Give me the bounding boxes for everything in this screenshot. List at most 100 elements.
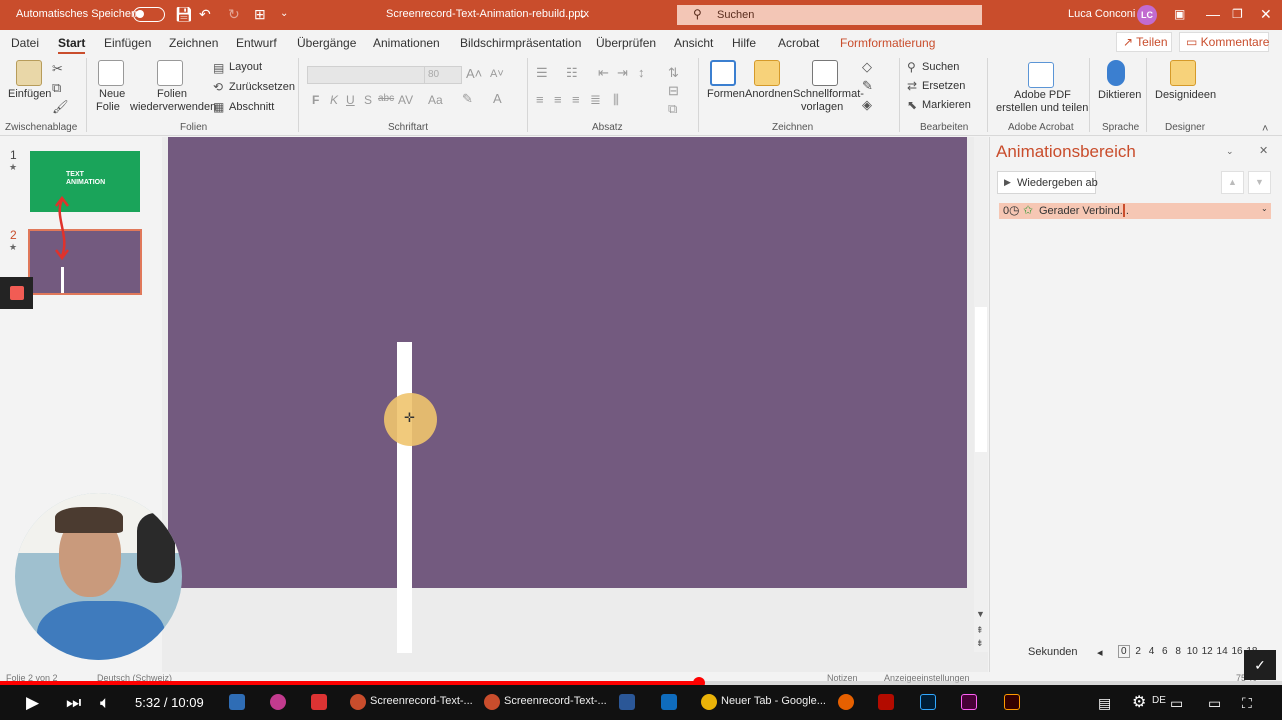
cut-icon[interactable]: ✂ — [52, 60, 63, 78]
tab-zeichnen[interactable]: Zeichnen — [169, 36, 218, 50]
bullets-icon[interactable]: ☰ — [536, 64, 548, 82]
tab-animationen[interactable]: Animationen — [373, 36, 440, 50]
move-up-icon[interactable]: ▲ — [1221, 171, 1244, 194]
shape-fill-icon[interactable]: ◇ — [862, 58, 872, 76]
tab-uebergaenge[interactable]: Übergänge — [297, 36, 356, 50]
find-icon[interactable]: ⚲ — [907, 58, 916, 76]
quick-styles-label-1[interactable]: Schnellformat- — [793, 88, 864, 100]
quick-styles-icon[interactable] — [812, 60, 838, 86]
format-painter-icon[interactable]: 🖌︎ — [52, 98, 69, 116]
previous-slide-icon[interactable]: ⇞ — [976, 625, 984, 636]
font-color-icon[interactable]: A — [493, 90, 502, 108]
reset-label[interactable]: Zurücksetzen — [229, 81, 295, 93]
chrome-icon[interactable] — [701, 694, 717, 710]
autosave-toggle[interactable] — [133, 7, 165, 22]
justify-icon[interactable]: ≣ — [590, 91, 601, 109]
word-icon[interactable] — [619, 694, 635, 710]
new-slide-icon[interactable] — [98, 60, 124, 86]
scrollbar-thumb[interactable] — [975, 307, 987, 452]
tab-entwurf[interactable]: Entwurf — [236, 36, 277, 50]
select-label[interactable]: Markieren — [922, 99, 971, 111]
search-box[interactable]: ⚲ Suchen — [677, 5, 982, 25]
new-slide-label-1[interactable]: Neue — [99, 88, 125, 100]
settings-gear-icon[interactable]: ⚙ — [1132, 693, 1146, 713]
dictate-icon[interactable] — [1107, 60, 1125, 86]
reset-icon[interactable]: ⟲ — [213, 78, 223, 96]
highlight-icon[interactable]: ✎ — [462, 90, 473, 108]
customize-qat-icon[interactable]: ⌄ — [280, 6, 288, 22]
decrease-indent-icon[interactable]: ⇤ — [598, 64, 609, 82]
reuse-slides-label-2[interactable]: wiederverwenden — [130, 101, 216, 113]
close-icon[interactable]: ✕ — [1260, 6, 1272, 22]
photoshop-icon[interactable] — [920, 694, 936, 710]
slide-thumbnail[interactable]: TEXT ANIMATION — [30, 151, 140, 212]
dictate-label[interactable]: Diktieren — [1098, 89, 1141, 101]
replace-icon[interactable]: ⇄ — [907, 77, 917, 95]
adobe-pdf-label-1[interactable]: Adobe PDF — [1014, 89, 1071, 101]
search-input[interactable]: Suchen — [717, 9, 754, 21]
font-size-box[interactable]: 80 — [424, 66, 462, 84]
text-direction-icon[interactable]: ⇅ — [668, 64, 679, 82]
creative-cloud-icon[interactable] — [311, 694, 327, 710]
music-app-icon[interactable] — [270, 694, 286, 710]
shadow-button[interactable]: S — [364, 93, 372, 107]
section-icon[interactable]: ▦ — [213, 98, 224, 116]
tab-hilfe[interactable]: Hilfe — [732, 36, 756, 50]
align-left-icon[interactable]: ≡ — [536, 91, 544, 109]
align-text-icon[interactable]: ⊟ — [668, 82, 679, 100]
design-ideas-label[interactable]: Designideen — [1155, 89, 1216, 101]
illustrator-icon[interactable] — [1004, 694, 1020, 710]
taskbar-item[interactable]: Screenrecord-Text-... — [504, 695, 607, 707]
undo-icon[interactable]: ↶ — [199, 6, 211, 22]
next-slide-icon[interactable]: ⇟ — [976, 638, 984, 649]
volume-icon[interactable]: 🔈︎ — [100, 693, 110, 713]
adobe-pdf-label-2[interactable]: erstellen und teilen — [996, 102, 1088, 114]
collapse-ribbon-icon[interactable]: ˄ — [1262, 120, 1268, 138]
smartart-icon[interactable]: ⧉ — [668, 100, 677, 118]
miniplayer-icon[interactable]: ▭ — [1170, 693, 1183, 713]
vertical-scrollbar[interactable]: ▼ ⇞ ⇟ — [974, 137, 988, 652]
section-label[interactable]: Abschnitt — [229, 101, 274, 113]
increase-indent-icon[interactable]: ⇥ — [617, 64, 628, 82]
quick-styles-label-2[interactable]: vorlagen — [801, 101, 843, 113]
file-name-dropdown-icon[interactable]: ⌄ — [578, 8, 587, 21]
language-code[interactable]: DE — [1152, 695, 1166, 706]
line-spacing-icon[interactable]: ↕ — [638, 64, 645, 82]
shape-outline-icon[interactable]: ✎ — [862, 77, 873, 95]
italic-button[interactable]: K — [330, 93, 338, 107]
character-spacing-icon[interactable]: AV — [398, 91, 413, 109]
tab-ueberpruefen[interactable]: Überprüfen — [596, 36, 656, 50]
reuse-slides-label-1[interactable]: Folien — [157, 88, 187, 100]
copy-icon[interactable]: ⧉ — [52, 79, 61, 97]
find-label[interactable]: Suchen — [922, 61, 959, 73]
redo-icon[interactable]: ↻ — [228, 6, 240, 22]
design-ideas-icon[interactable] — [1170, 60, 1196, 86]
change-case-icon[interactable]: Aa — [428, 91, 443, 109]
present-icon[interactable]: ⊞ — [254, 6, 266, 22]
seconds-label[interactable]: Sekunden — [1028, 646, 1078, 658]
save-icon[interactable]: 💾︎ — [175, 6, 193, 22]
minimize-icon[interactable]: — — [1206, 6, 1220, 22]
fullscreen-icon[interactable]: ⛶ — [1242, 693, 1252, 713]
close-pane-icon[interactable]: ✕ — [1259, 144, 1268, 157]
next-video-icon[interactable]: ⏭ — [66, 693, 81, 713]
arrange-icon[interactable] — [754, 60, 780, 86]
line-shape[interactable] — [397, 342, 412, 653]
acrobat-icon[interactable] — [878, 694, 894, 710]
tab-datei[interactable]: Datei — [11, 36, 39, 50]
shrink-font-icon[interactable]: A˅ — [490, 65, 504, 83]
play-from-button[interactable]: Wiedergeben ab — [997, 171, 1098, 194]
arrange-label[interactable]: Anordnen — [745, 88, 793, 100]
tab-formformatierung[interactable]: Formformatierung — [840, 36, 935, 50]
powerpoint-icon[interactable] — [350, 694, 366, 710]
tab-start[interactable]: Start — [58, 36, 86, 55]
paste-icon[interactable] — [16, 60, 42, 86]
align-center-icon[interactable]: ≡ — [554, 91, 562, 109]
layout-label[interactable]: Layout — [229, 61, 262, 73]
tab-bildschirmpraesentation[interactable]: Bildschirmpräsentation — [460, 36, 581, 50]
user-name[interactable]: Luca Conconi — [1068, 8, 1135, 20]
font-name-box[interactable] — [307, 66, 425, 84]
new-slide-label-2[interactable]: Folie — [96, 101, 120, 113]
reuse-slides-icon[interactable] — [157, 60, 183, 86]
grow-font-icon[interactable]: A˄ — [466, 65, 482, 83]
